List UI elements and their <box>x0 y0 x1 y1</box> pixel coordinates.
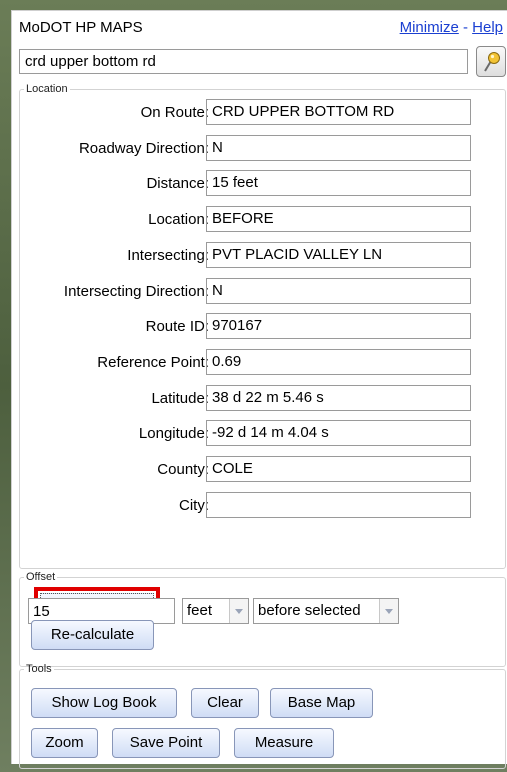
show-log-book-button[interactable]: Show Log Book <box>31 688 177 718</box>
unit-select[interactable]: feet <box>182 598 249 624</box>
location-field-row: County: COLE <box>12 456 507 482</box>
field-label: Intersecting Direction: <box>63 283 209 300</box>
minimize-link[interactable]: Minimize <box>400 19 459 36</box>
location-field-row: On Route: CRD UPPER BOTTOM RD <box>12 99 507 125</box>
zoom-button[interactable]: Zoom <box>31 728 98 758</box>
field-value[interactable]: COLE <box>206 456 471 482</box>
field-label: Distance: <box>146 175 209 192</box>
location-field-row: Roadway Direction: N <box>12 135 507 161</box>
tools-legend: Tools <box>26 663 52 675</box>
field-label: City: <box>179 497 209 514</box>
location-field-row: Intersecting Direction: N <box>12 278 507 304</box>
unit-select-value: feet <box>187 602 213 619</box>
location-field-row: Location: BEFORE <box>12 206 507 232</box>
location-field-row: Latitude: 38 d 22 m 5.46 s <box>12 385 507 411</box>
help-link[interactable]: Help <box>472 19 503 36</box>
field-value[interactable]: 0.69 <box>206 349 471 375</box>
field-value[interactable]: 15 feet <box>206 170 471 196</box>
location-field-row: Reference Point: 0.69 <box>12 349 507 375</box>
location-field-row: Intersecting: PVT PLACID VALLEY LN <box>12 242 507 268</box>
position-select[interactable]: before selected <box>253 598 399 624</box>
location-field-row: Route ID: 970167 <box>12 313 507 339</box>
field-value[interactable]: N <box>206 278 471 304</box>
field-label: Reference Point: <box>97 354 209 371</box>
measure-button[interactable]: Measure <box>234 728 334 758</box>
field-value[interactable] <box>206 492 471 518</box>
location-field-row: City: <box>12 492 507 518</box>
field-value[interactable]: 38 d 22 m 5.46 s <box>206 385 471 411</box>
field-label: Latitude: <box>151 390 209 407</box>
field-value[interactable]: 970167 <box>206 313 471 339</box>
location-legend: Location <box>26 83 68 95</box>
field-value[interactable]: BEFORE <box>206 206 471 232</box>
chevron-down-icon <box>379 599 398 623</box>
field-value[interactable]: PVT PLACID VALLEY LN <box>206 242 471 268</box>
chevron-down-icon <box>229 599 248 623</box>
position-select-value: before selected <box>258 602 361 619</box>
field-value[interactable]: N <box>206 135 471 161</box>
clear-button[interactable]: Clear <box>191 688 259 718</box>
field-label: On Route: <box>140 104 209 121</box>
search-input[interactable] <box>19 49 468 74</box>
field-value[interactable]: -92 d 14 m 4.04 s <box>206 420 471 446</box>
location-field-row: Distance: 15 feet <box>12 170 507 196</box>
save-point-button[interactable]: Save Point <box>112 728 220 758</box>
field-label: Route ID: <box>145 318 209 335</box>
location-panel: MoDOT HP MAPS Minimize - Help Location O… <box>11 10 507 769</box>
location-pin-icon <box>484 52 500 72</box>
panel-header: MoDOT HP MAPS Minimize - Help <box>19 17 503 39</box>
app-title: MoDOT HP MAPS <box>19 19 143 36</box>
locate-button[interactable] <box>476 46 506 77</box>
field-label: Roadway Direction: <box>78 140 209 157</box>
recalculate-button[interactable]: Re-calculate <box>31 620 154 650</box>
offset-legend: Offset <box>26 571 56 583</box>
field-label: County: <box>157 461 209 478</box>
field-label: Location: <box>148 211 209 228</box>
header-links: Minimize - Help <box>400 19 503 36</box>
field-value[interactable]: CRD UPPER BOTTOM RD <box>206 99 471 125</box>
base-map-button[interactable]: Base Map <box>270 688 373 718</box>
link-separator: - <box>462 19 468 36</box>
field-label: Longitude: <box>138 425 209 442</box>
location-field-row: Longitude: -92 d 14 m 4.04 s <box>12 420 507 446</box>
field-label: Intersecting: <box>127 247 209 264</box>
